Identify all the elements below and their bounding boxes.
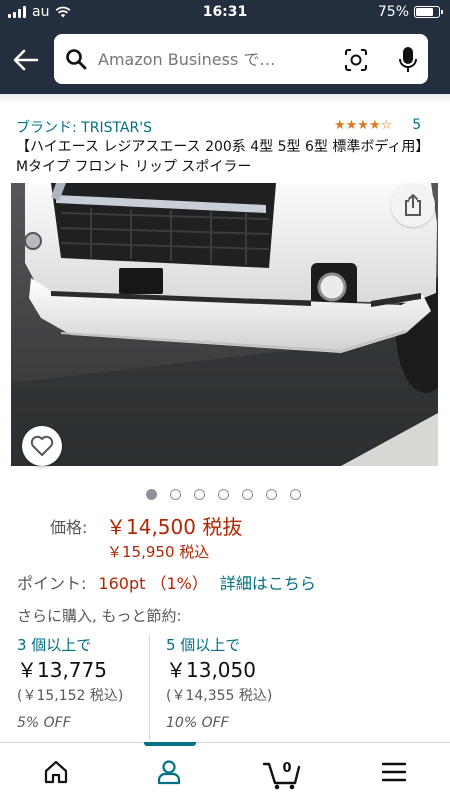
share-button[interactable] — [391, 183, 435, 227]
tier-price: ￥13,050 — [166, 658, 256, 682]
status-right: 75% — [377, 4, 443, 20]
rating-count[interactable]: 5 — [412, 117, 421, 133]
image-pagination[interactable] — [146, 489, 301, 500]
points-label: ポイント: — [17, 574, 87, 593]
nav-home[interactable] — [0, 743, 112, 800]
nav-menu[interactable] — [338, 743, 450, 800]
camera-search-button[interactable] — [342, 46, 370, 74]
product-image[interactable] — [11, 183, 438, 466]
tier-divider — [149, 634, 150, 740]
star-rating-icon: ★★★★☆ — [334, 117, 393, 133]
pagination-dot[interactable] — [218, 489, 229, 500]
bulk-discount-tiers: 3 個以上で ￥13,775 (￥15,152 税込) 5% OFF 5 個以上… — [0, 630, 450, 740]
search-icon — [66, 49, 87, 70]
voice-search-button[interactable] — [394, 45, 422, 75]
tier-tax-included: (￥14,355 税込) — [166, 688, 273, 704]
nav-cart[interactable]: 0 — [226, 743, 338, 800]
header — [0, 24, 450, 94]
battery-percent: 75% — [377, 4, 409, 20]
microphone-icon — [399, 47, 417, 72]
hamburger-menu-icon — [381, 762, 407, 782]
pagination-dot[interactable] — [290, 489, 301, 500]
status-bar: au 16:31 75% — [0, 0, 450, 24]
front-lip-spoiler-photo — [11, 183, 438, 466]
points-value: 160pt （1%） — [98, 574, 208, 593]
tier-tax-included: (￥15,152 税込) — [17, 688, 124, 704]
search-input[interactable] — [98, 47, 298, 71]
tier-quantity[interactable]: 5 個以上で — [166, 634, 240, 655]
back-arrow-icon — [13, 49, 39, 71]
brand-link[interactable]: ブランド: TRISTAR'S — [16, 117, 152, 137]
share-icon — [405, 194, 421, 216]
price-tax-included: ￥15,950 税込 — [107, 543, 210, 561]
back-button[interactable] — [8, 42, 44, 78]
camera-scan-icon — [345, 49, 367, 71]
nav-account[interactable] — [113, 743, 225, 800]
price-label: 価格: — [50, 518, 88, 537]
pagination-dot[interactable] — [242, 489, 253, 500]
tier-discount: 10% OFF — [166, 715, 229, 731]
bulk-tier[interactable]: 5 個以上で ￥13,050 (￥14,355 税込) 10% OFF — [166, 630, 316, 740]
header-divider — [0, 94, 450, 104]
heart-icon — [30, 435, 54, 456]
tier-price: ￥13,775 — [17, 658, 107, 682]
points-details-link[interactable]: 詳細はこちら — [220, 570, 316, 594]
bulk-discount-heading: さらに購入, もっと節約: — [17, 607, 182, 625]
person-icon — [157, 760, 181, 785]
pagination-dot[interactable] — [194, 489, 205, 500]
pagination-dot[interactable] — [170, 489, 181, 500]
price-main: ￥14,500 税抜 — [106, 515, 243, 539]
wishlist-button[interactable] — [22, 426, 62, 466]
pagination-dot[interactable] — [266, 489, 277, 500]
tier-quantity[interactable]: 3 個以上で — [17, 634, 91, 655]
home-icon — [44, 760, 68, 784]
pagination-dot[interactable] — [146, 489, 157, 500]
rating[interactable]: ★★★★☆ 5 — [334, 117, 421, 133]
bulk-tier[interactable]: 3 個以上で ￥13,775 (￥15,152 税込) 5% OFF — [17, 630, 167, 740]
points-row: ポイント: 160pt （1%） 詳細はこちら — [17, 570, 316, 594]
bottom-nav: 0 — [0, 742, 450, 800]
search-box[interactable] — [54, 34, 428, 84]
nav-active-indicator — [144, 742, 196, 746]
battery-icon — [414, 6, 443, 18]
product-title: 【ハイエース レジアスエース 200系 4型 5型 6型 標準ボディ用】Mタイプ… — [16, 139, 430, 175]
tier-discount: 5% OFF — [17, 715, 71, 731]
cart-count-badge: 0 — [282, 761, 292, 776]
